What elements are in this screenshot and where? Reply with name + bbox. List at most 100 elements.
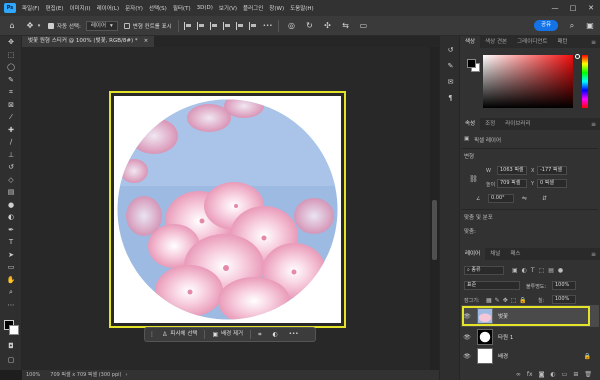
gradient-tool-icon[interactable]: ▤: [0, 186, 22, 199]
close-tab-button[interactable]: ×: [144, 36, 149, 47]
menu-type[interactable]: 문자(Y): [125, 4, 143, 12]
scrollbar-thumb[interactable]: [432, 200, 437, 260]
frame-tool-icon[interactable]: ⊠: [0, 99, 22, 112]
color-picker-cursor[interactable]: [575, 54, 580, 59]
select-subject-button[interactable]: ♙ 피사체 선택: [158, 329, 201, 340]
move-icon[interactable]: ✥: [24, 20, 36, 32]
brush-tool-icon[interactable]: ∕: [0, 136, 22, 149]
flip-horizontal-icon[interactable]: ⇋: [522, 195, 527, 202]
mask-icon[interactable]: ◙: [539, 371, 545, 378]
status-arrow[interactable]: ›: [125, 370, 127, 380]
fx-icon[interactable]: fx: [527, 371, 533, 378]
menu-edit[interactable]: 편집(E): [46, 4, 64, 12]
foreground-color-swatch[interactable]: [467, 59, 476, 68]
rotate-3d-icon[interactable]: ↻: [303, 20, 315, 32]
healing-brush-tool-icon[interactable]: ✚: [0, 124, 22, 137]
search-icon[interactable]: ⌕: [566, 20, 578, 32]
menu-plugins[interactable]: 플러그인: [243, 4, 263, 12]
layer-name[interactable]: 타원 1: [498, 333, 513, 341]
panel-menu-icon[interactable]: ≡: [591, 251, 596, 258]
fill-field[interactable]: 100%: [552, 295, 576, 304]
layer-filter-dropdown[interactable]: ⌕ 종류: [464, 266, 504, 275]
height-field[interactable]: 709 픽셀: [497, 179, 527, 188]
brush-settings-icon[interactable]: ✎: [440, 58, 461, 74]
pen-tool-icon[interactable]: ✒: [0, 224, 22, 237]
x-field[interactable]: -177 픽셀: [537, 166, 567, 175]
lasso-tool-icon[interactable]: ◯: [0, 61, 22, 74]
drag-handle-icon[interactable]: ⋮: [149, 331, 155, 338]
opacity-field[interactable]: 100%: [552, 281, 576, 290]
screen-mode-icon[interactable]: ▢: [0, 354, 22, 367]
menu-file[interactable]: 파일(F): [22, 4, 40, 12]
menu-window[interactable]: 창(W): [269, 4, 284, 12]
new-layer-icon[interactable]: ⊞: [573, 371, 578, 378]
remove-background-button[interactable]: ▣ 배경 제거: [208, 329, 247, 340]
history-icon[interactable]: ↺: [440, 42, 461, 58]
folder-icon[interactable]: ▭: [562, 371, 568, 378]
align-center-icon[interactable]: [196, 21, 205, 30]
artboard-tool-icon[interactable]: ⬚: [0, 49, 22, 62]
3d-mode-icon[interactable]: ◎: [285, 20, 297, 32]
clone-stamp-tool-icon[interactable]: ⊥: [0, 149, 22, 162]
tab-layers[interactable]: 레이어: [460, 248, 486, 260]
filter-icons[interactable]: ▣◐T⬚▤●: [512, 267, 567, 274]
align-section-title[interactable]: 맞춤 및 분포: [464, 213, 493, 221]
lock-icons[interactable]: ▦✎✥⬚🔒: [486, 297, 530, 304]
blur-tool-icon[interactable]: ●: [0, 199, 22, 212]
tab-channels[interactable]: 채널: [485, 248, 505, 260]
path-select-tool-icon[interactable]: ➤: [0, 249, 22, 262]
y-field[interactable]: 0 픽셀: [537, 179, 567, 188]
background-color-swatch[interactable]: [9, 325, 19, 335]
workspace-icon[interactable]: ▣: [584, 20, 596, 32]
menu-3d[interactable]: 3D(D): [197, 5, 213, 11]
adjustment-icon[interactable]: ◐: [550, 371, 555, 378]
panel-menu-icon[interactable]: ≡: [591, 39, 596, 46]
maximize-button[interactable]: □: [564, 4, 582, 12]
character-icon[interactable]: ¶: [440, 90, 461, 106]
menu-help[interactable]: 도움말(H): [290, 4, 314, 12]
menu-view[interactable]: 보기(V): [219, 4, 237, 12]
layer-row[interactable]: 👁 배경 🔒: [461, 345, 599, 367]
comments-icon[interactable]: ✉: [440, 74, 461, 90]
slide-3d-icon[interactable]: ⇆: [339, 20, 351, 32]
drag-3d-icon[interactable]: ✣: [321, 20, 333, 32]
more-tools-icon[interactable]: ⋯: [0, 299, 22, 312]
trash-icon[interactable]: 🗑: [584, 371, 592, 378]
link-icon[interactable]: ∞: [516, 371, 521, 378]
dodge-tool-icon[interactable]: ◐: [0, 211, 22, 224]
auto-select-checkbox[interactable]: [48, 22, 54, 29]
eyedropper-tool-icon[interactable]: ⁄: [0, 111, 22, 124]
eraser-tool-icon[interactable]: ◇: [0, 174, 22, 187]
hand-tool-icon[interactable]: ✋: [0, 274, 22, 287]
hue-slider[interactable]: [582, 55, 588, 108]
quick-select-tool-icon[interactable]: ✎: [0, 74, 22, 87]
document-tab[interactable]: 벚꽃 원형 스티커 @ 100% (벚꽃, RGB/8#) * ×: [22, 36, 155, 47]
tab-gradients[interactable]: 그레이디언트: [512, 36, 552, 48]
align-top-icon[interactable]: [222, 21, 231, 30]
link-icon[interactable]: ⛓: [469, 175, 478, 183]
more-button[interactable]: •••: [285, 329, 303, 340]
visibility-eye-icon[interactable]: 👁: [461, 334, 473, 341]
tab-libraries[interactable]: 라이브러리: [500, 118, 535, 130]
transform-section-title[interactable]: 변형: [464, 152, 474, 160]
menu-select[interactable]: 선택(S): [149, 4, 167, 12]
rectangle-tool-icon[interactable]: ▭: [0, 261, 22, 274]
tab-paths[interactable]: 패스: [505, 248, 525, 260]
type-tool-icon[interactable]: T: [0, 236, 22, 249]
move-tool-icon[interactable]: ✥: [0, 36, 22, 49]
align-middle-icon[interactable]: [235, 21, 244, 30]
share-button[interactable]: 공유: [534, 20, 558, 31]
align-bottom-icon[interactable]: [248, 21, 257, 30]
zoom-tool-icon[interactable]: ⌕: [0, 286, 22, 299]
home-icon[interactable]: ⌂: [6, 20, 18, 32]
angle-field[interactable]: 0.00°: [488, 194, 514, 203]
crop-tool-icon[interactable]: ⌗: [0, 86, 22, 99]
video-camera-icon[interactable]: ▭: [357, 20, 369, 32]
blend-mode-dropdown[interactable]: 표준: [464, 281, 520, 290]
quick-mask-icon[interactable]: ◘: [0, 340, 22, 353]
transform-button[interactable]: ⌗: [254, 329, 265, 340]
color-picker-field[interactable]: [483, 55, 573, 108]
tab-color[interactable]: 색상: [460, 36, 481, 48]
layer-name[interactable]: 배경: [498, 352, 508, 360]
align-right-icon[interactable]: [209, 21, 218, 30]
